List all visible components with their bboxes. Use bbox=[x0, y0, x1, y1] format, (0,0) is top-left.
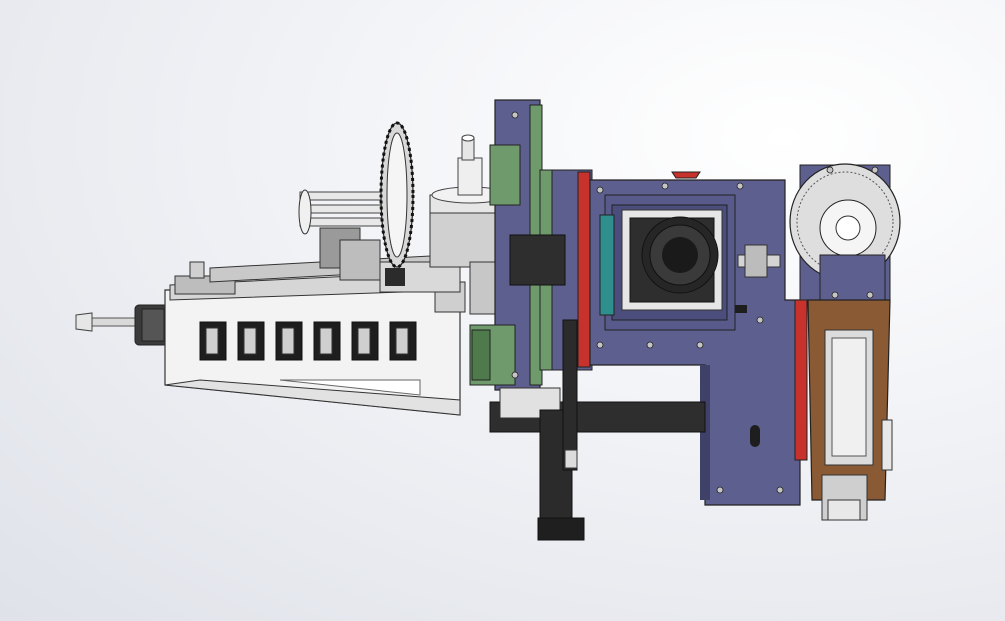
cad-viewport[interactable] bbox=[0, 0, 1005, 621]
gear-wheel-icon bbox=[379, 121, 415, 269]
pulley-icon bbox=[789, 163, 901, 306]
assembly-drawing bbox=[75, 99, 901, 541]
left-shaft bbox=[75, 304, 171, 346]
pneumatic-cylinder-icon bbox=[794, 299, 893, 521]
slot bbox=[735, 305, 747, 313]
slot bbox=[750, 425, 760, 447]
